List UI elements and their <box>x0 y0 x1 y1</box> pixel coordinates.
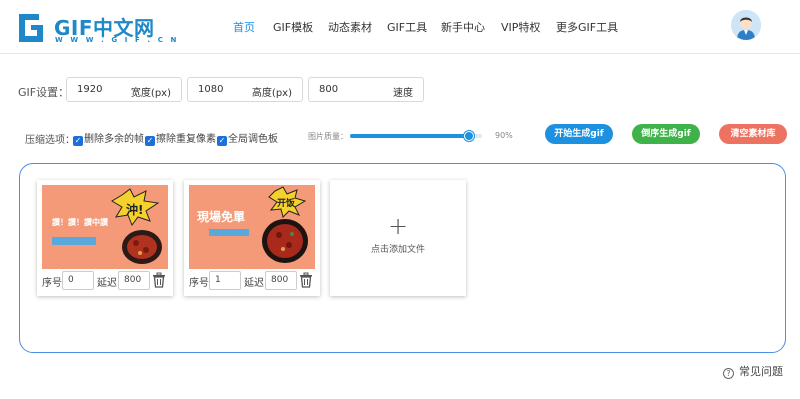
global-palette-checkbox[interactable]: ✓ 全局调色板 <box>217 130 278 146</box>
add-file-label: 点击添加文件 <box>370 245 425 255</box>
food-image-icon: 沖! 讚！讚！讚中讚 <box>42 185 168 269</box>
frame-card[interactable]: 沖! 讚！讚！讚中讚 序号 0 延迟 800 <box>37 180 173 296</box>
height-value: 1080 <box>198 84 224 95</box>
thumb-banner-text: 現場免單 <box>197 209 245 224</box>
remove-extra-frames-checkbox[interactable]: ✓ 删除多余的帧 <box>73 130 144 146</box>
speed-input[interactable]: 800 速度 <box>308 77 424 102</box>
thumb-burst-text: 沖! <box>126 202 143 217</box>
delay-label: 延迟 <box>97 278 117 289</box>
quality-value: 90% <box>495 131 513 140</box>
seq-input[interactable]: 0 <box>62 271 94 290</box>
checkmark-icon: ✓ <box>73 136 83 146</box>
frame-card[interactable]: 开饭 現場免單 序号 1 延迟 800 <box>184 180 320 296</box>
main-nav: 首页 GIF模板 动态素材 GIF工具 新手中心 VIP特权 更多GIF工具 <box>0 19 800 37</box>
width-input[interactable]: 1920 宽度(px) <box>66 77 182 102</box>
delay-input[interactable]: 800 <box>118 271 150 290</box>
speed-unit: 速度 <box>393 88 413 99</box>
checkbox-label: 擦除重复像素 <box>156 134 216 145</box>
gif-settings-label: GIF设置： <box>18 86 70 99</box>
reverse-generate-button[interactable]: 倒序生成gif <box>632 124 700 144</box>
faq-label: 常见问题 <box>739 365 783 378</box>
compress-options-label: 压缩选项： <box>25 135 75 146</box>
start-generate-button[interactable]: 开始生成gif <box>545 124 613 144</box>
seq-input[interactable]: 1 <box>209 271 241 290</box>
delay-input[interactable]: 800 <box>265 271 297 290</box>
nav-gif-tools[interactable]: GIF工具 <box>387 19 427 35</box>
food-image-icon: 开饭 現場免單 <box>189 185 315 269</box>
width-unit: 宽度(px) <box>130 88 171 99</box>
thumb-burst-text: 开饭 <box>277 197 295 209</box>
checkbox-label: 全局调色板 <box>228 134 278 145</box>
frame-thumbnail: 沖! 讚！讚！讚中讚 <box>42 185 168 269</box>
add-file-card[interactable]: + 点击添加文件 <box>330 180 466 296</box>
nav-more-gif-tools[interactable]: 更多GIF工具 <box>556 19 618 35</box>
question-icon: ? <box>723 368 734 379</box>
nav-home[interactable]: 首页 <box>233 19 255 35</box>
top-header: GIF中文网 W W W . G I F . C N 首页 GIF模板 动态素材… <box>0 0 800 54</box>
nav-gif-templates[interactable]: GIF模板 <box>273 19 313 35</box>
trash-icon[interactable] <box>152 272 166 288</box>
speed-value: 800 <box>319 84 339 95</box>
seq-label: 序号 <box>42 278 62 289</box>
height-input[interactable]: 1080 高度(px) <box>187 77 303 102</box>
quality-slider-thumb[interactable] <box>463 131 474 141</box>
frame-thumbnail: 开饭 現場免單 <box>189 185 315 269</box>
frame-controls: 序号 0 延迟 800 <box>42 271 168 291</box>
delay-label: 延迟 <box>244 278 264 289</box>
quality-label: 图片质量： <box>308 132 348 141</box>
width-value: 1920 <box>77 84 103 95</box>
faq-link[interactable]: ? 常见问题 <box>723 363 783 379</box>
erase-duplicate-pixels-checkbox[interactable]: ✓ 擦除重复像素 <box>145 130 216 146</box>
nav-beginner-center[interactable]: 新手中心 <box>441 19 485 35</box>
height-unit: 高度(px) <box>251 88 292 99</box>
quality-slider-fill <box>350 134 469 138</box>
user-avatar[interactable] <box>731 10 761 40</box>
seq-label: 序号 <box>189 278 209 289</box>
nav-animated-materials[interactable]: 动态素材 <box>328 19 372 35</box>
trash-icon[interactable] <box>299 272 313 288</box>
frame-controls: 序号 1 延迟 800 <box>189 271 315 291</box>
plus-icon: + <box>388 212 409 240</box>
avatar-icon <box>731 10 761 40</box>
clear-library-button[interactable]: 清空素材库 <box>719 124 787 144</box>
nav-vip[interactable]: VIP特权 <box>501 19 540 35</box>
checkmark-icon: ✓ <box>145 136 155 146</box>
quality-slider[interactable] <box>350 131 482 141</box>
logo-subtitle: W W W . G I F . C N <box>55 36 179 44</box>
checkmark-icon: ✓ <box>217 136 227 146</box>
thumb-banner-text: 讚！讚！讚中讚 <box>52 217 108 227</box>
checkbox-label: 删除多余的帧 <box>84 134 144 145</box>
